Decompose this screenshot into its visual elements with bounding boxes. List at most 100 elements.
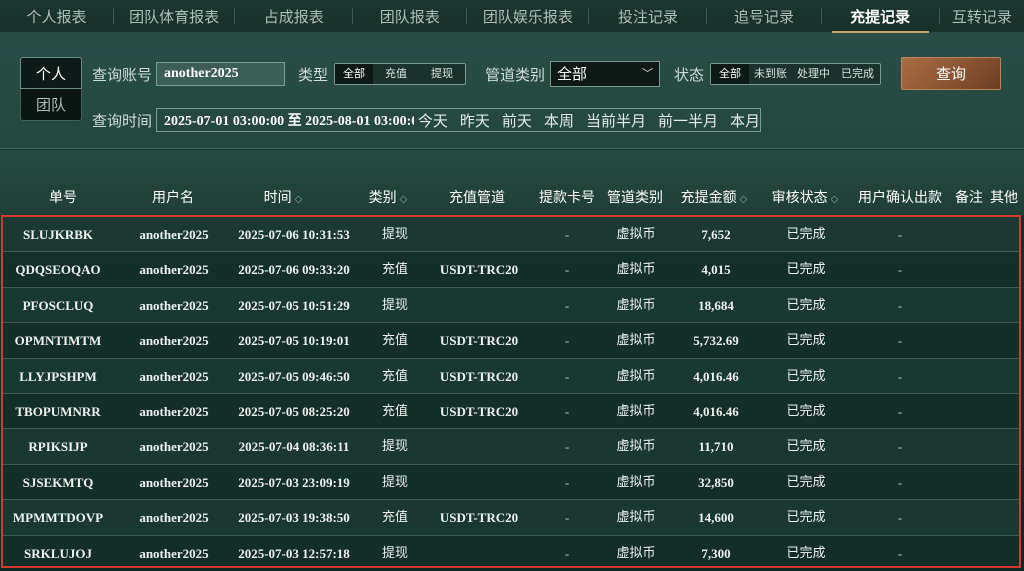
tab-7[interactable]: 充提记录 [822,0,939,33]
filter-panel: 个人 团队 查询账号 another2025 类型 全部 充值 提现 管道类别 … [0,33,1024,149]
table-cell-9: - [897,227,903,242]
table-cell-1: another2025 [139,439,209,455]
table-row[interactable]: MPMMTDOVP another2025 2025-07-03 19:38:50 充… [3,500,1019,536]
column-header-7[interactable]: 充提金额 ◇ [681,187,748,207]
table-cell-3: 充值 [381,333,409,349]
column-header-8[interactable]: 审核状态 ◇ [772,187,839,207]
column-header-label: 用户确认出款 [858,190,942,206]
sort-chevron-icon[interactable]: ◇ [400,194,408,205]
tab-4[interactable]: 团队娱乐报表 [467,0,588,33]
tab-0[interactable]: 个人报表 [0,0,113,33]
table-cell-2: 2025-07-05 08:25:20 [238,404,350,419]
tab-3[interactable]: 团队报表 [353,0,466,33]
table-cell-6: 虚拟币 [616,227,656,242]
quick-range-4[interactable]: 当前半月 [586,110,646,131]
table-cell-6: 虚拟币 [616,404,656,419]
quick-range-5[interactable]: 前一半月 [658,110,718,131]
column-header-3[interactable]: 类别 ◇ [369,187,408,207]
sort-chevron-icon[interactable]: ◇ [295,194,303,205]
table-row[interactable]: QDQSEOQAO another2025 2025-07-06 09:33:20 充… [3,252,1019,288]
status-option-all[interactable]: 全部 [711,64,749,84]
table-cell-7: 4,015 [701,262,731,278]
table-row[interactable]: TBOPUMNRR another2025 2025-07-05 08:25:20 充… [3,394,1019,430]
table-cell-6: 虚拟币 [616,545,656,561]
channel-type-value: 全部 [557,65,588,83]
table-cell-6: 虚拟币 [616,368,656,384]
tab-6[interactable]: 追号记录 [707,0,820,33]
table-cell-3: 提现 [381,227,409,242]
column-header-2[interactable]: 时间 ◇ [264,187,303,207]
tab-1[interactable]: 团队体育报表 [114,0,234,33]
table-cell-5: - [564,404,570,419]
type-option-withdraw[interactable]: 提现 [419,64,465,84]
quick-range-6[interactable]: 本月 [730,110,760,131]
table-row[interactable]: RPIKSIJP another2025 2025-07-04 08:36:11 提现… [3,429,1019,465]
quick-range-1[interactable]: 昨天 [460,110,490,131]
table-row[interactable]: OPMNTIMTM another2025 2025-07-05 10:19:01 充… [3,323,1019,359]
table-cell-7: 7,300 [701,545,731,561]
table-cell-0: QDQSEOQAO [15,262,101,278]
column-header-label: 备注 [955,190,983,206]
table-cell-8: 已完成 [786,227,826,242]
scope-personal-button[interactable]: 个人 [20,57,82,89]
column-header-5: 提款卡号 [539,187,595,207]
tab-5[interactable]: 投注记录 [589,0,706,33]
table-cell-0: TBOPUMNRR [15,404,101,419]
table-row[interactable]: SJSEKMTQ another2025 2025-07-03 23:09:19 提现… [3,464,1019,501]
table-cell-6: 虚拟币 [616,262,656,278]
column-header-4: 充值管道 [449,187,505,207]
table-cell-9: - [897,297,903,313]
table-row[interactable]: SRKLUJOJ another2025 2025-07-03 12:57:18 提现… [3,535,1019,566]
scope-toggle: 个人 团队 [20,57,82,121]
tab-8[interactable]: 互转记录 [940,0,1024,33]
account-label: 查询账号 [92,66,153,84]
table-row[interactable]: LLYJPSHPM another2025 2025-07-05 09:46:50 充… [3,358,1019,394]
type-option-all[interactable]: 全部 [335,64,373,84]
status-option-processing[interactable]: 处理中 [792,64,835,84]
quick-range-3[interactable]: 本周 [544,110,574,131]
table-row[interactable]: SLUJKRBK another2025 2025-07-06 10:31:53 提现… [3,217,1019,253]
quick-range-2[interactable]: 前天 [502,110,532,131]
table-cell-2: 2025-07-06 10:31:53 [238,227,350,242]
table-cell-2: 2025-07-05 10:19:01 [238,333,350,349]
table-cell-1: another2025 [139,297,209,313]
table-row[interactable]: PFOSCLUQ another2025 2025-07-05 10:51:29 提现… [3,287,1019,324]
quick-range-0[interactable]: 今天 [418,110,448,131]
status-option-completed[interactable]: 已完成 [835,64,880,84]
chevron-down-icon: ﹀ [642,67,653,80]
type-label: 类型 [298,66,329,84]
sort-chevron-icon[interactable]: ◇ [740,194,748,205]
table-cell-2: 2025-07-05 09:46:50 [238,368,350,384]
table-cell-8: 已完成 [786,474,826,490]
status-option-pending[interactable]: 未到账 [749,64,792,84]
column-header-label: 其他 [990,190,1018,206]
table-cell-4: USDT-TRC20 [439,333,519,349]
type-option-deposit[interactable]: 充值 [373,64,419,84]
table-cell-1: another2025 [139,227,209,242]
table-cell-9: - [897,439,903,455]
table-cell-1: another2025 [139,545,209,561]
table-cell-3: 提现 [381,439,409,455]
scope-team-button[interactable]: 团队 [20,89,82,121]
table-cell-4: USDT-TRC20 [439,404,519,419]
column-header-label: 单号 [49,190,77,206]
table-cell-0: OPMNTIMTM [14,333,102,349]
query-button[interactable]: 查询 [901,57,1001,90]
account-input[interactable]: another2025 [156,62,285,86]
table-cell-4: USDT-TRC20 [439,262,519,278]
column-header-10: 备注 [955,187,983,207]
column-header-label: 充提金额 [680,190,737,206]
table-cell-7: 4,016.46 [693,404,739,419]
table-cell-9: - [897,474,903,490]
table-cell-2: 2025-07-03 19:38:50 [238,510,350,526]
sort-chevron-icon[interactable]: ◇ [831,194,839,205]
tab-2[interactable]: 占成报表 [235,0,352,33]
time-range-input[interactable]: 2025-07-01 03:00:00 至 2025-08-01 03:00:0… [157,110,414,130]
table-cell-7: 18,684 [698,297,734,313]
channel-type-select[interactable]: 全部 ﹀ [550,61,660,87]
table-cell-2: 2025-07-05 10:51:29 [238,297,350,313]
column-header-9: 用户确认出款 [858,187,942,207]
column-header-label: 提款卡号 [539,190,595,206]
table-cell-7: 5,732.69 [693,333,739,349]
table-cell-5: - [564,297,570,313]
